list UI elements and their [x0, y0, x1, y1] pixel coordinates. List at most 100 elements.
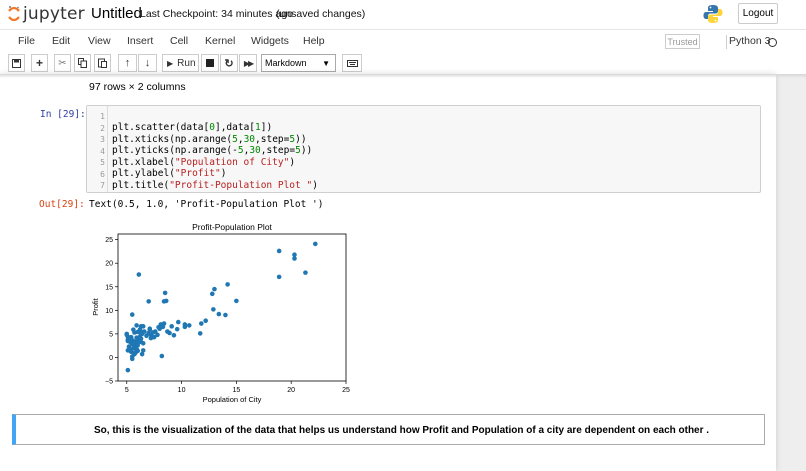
line-number: 2 — [100, 123, 105, 133]
data-point — [276, 248, 282, 254]
move-up-button[interactable]: ↑ — [118, 54, 137, 72]
arrow-down-icon: ↓ — [144, 57, 151, 69]
data-point — [174, 326, 180, 332]
y-tick-label: 0 — [109, 355, 113, 362]
input-prompt: In [29]: — [40, 109, 86, 120]
save-button[interactable] — [8, 54, 25, 72]
fast-forward-icon: ▶▶ — [243, 58, 254, 68]
code-line: plt.scatter(data[0],data[1]) — [112, 122, 273, 133]
menu-help[interactable]: Help — [303, 35, 325, 47]
insert-cell-button[interactable]: + — [31, 54, 48, 72]
data-point — [148, 335, 154, 341]
copy-button[interactable] — [74, 54, 91, 72]
paste-button[interactable] — [94, 54, 111, 72]
markdown-cell[interactable]: So, this is the visualization of the dat… — [12, 414, 765, 445]
data-point — [131, 327, 136, 332]
data-point — [303, 270, 308, 275]
jupyter-logo[interactable]: jupyter — [8, 4, 85, 24]
keyboard-icon — [346, 59, 358, 67]
data-point — [203, 318, 208, 323]
code-editor[interactable]: 1 2 3 4 5 6 7 plt.scatter(data[0],data[1… — [86, 105, 761, 193]
restart-run-all-button[interactable]: ▶▶ — [239, 54, 257, 72]
y-tick-label: 20 — [105, 261, 113, 268]
data-point — [216, 311, 222, 317]
chevron-down-icon: ▼ — [322, 59, 330, 68]
code-line: plt.xlabel("Population of City") — [112, 156, 296, 168]
y-axis-label: Profit — [91, 297, 100, 315]
x-axis-label: Population of City — [203, 395, 262, 404]
data-point — [129, 312, 135, 317]
data-point — [209, 291, 215, 297]
menu-edit[interactable]: Edit — [52, 35, 70, 47]
data-point — [169, 324, 175, 329]
trusted-indicator[interactable]: Trusted — [665, 34, 700, 49]
data-point — [199, 321, 204, 326]
output-prompt: Out[29]: — [39, 199, 85, 210]
dataframe-shape-note: 97 rows × 2 columns — [89, 81, 186, 93]
kernel-name: Python 3 — [729, 35, 771, 47]
output-text: Text(0.5, 1.0, 'Profit-Population Plot '… — [89, 199, 324, 210]
data-point — [125, 367, 131, 373]
menu-kernel[interactable]: Kernel — [205, 35, 235, 47]
data-point — [135, 342, 141, 348]
line-number: 5 — [100, 158, 105, 167]
arrow-up-icon: ↑ — [124, 57, 131, 69]
y-tick-label: 25 — [105, 237, 113, 244]
y-tick-label: 15 — [105, 284, 113, 291]
data-point — [276, 274, 282, 280]
scissors-icon: ✂ — [58, 57, 67, 69]
menu-file[interactable]: File — [18, 35, 35, 47]
line-number: 3 — [100, 135, 105, 144]
cut-button[interactable]: ✂ — [54, 54, 71, 72]
menu-widgets[interactable]: Widgets — [251, 35, 289, 47]
code-line: plt.xticks(np.arange(5,30,step=5)) — [112, 133, 307, 145]
cell-type-value: Markdown — [265, 58, 307, 68]
scatter-plot: 5 10 15 20 25 −5 0 5 10 15 20 25 Profit-Population… — [91, 222, 350, 404]
data-point — [212, 286, 217, 292]
interrupt-button[interactable] — [201, 54, 219, 72]
data-point — [146, 299, 151, 304]
move-down-button[interactable]: ↓ — [138, 54, 157, 72]
run-label: Run — [177, 57, 196, 69]
stop-icon — [206, 59, 214, 67]
brand-name: jupyter — [23, 4, 85, 24]
data-point — [163, 298, 169, 304]
notebook-name[interactable]: Untitled — [91, 5, 142, 22]
data-point — [128, 349, 134, 355]
data-point — [175, 319, 181, 325]
x-axis-ticks: 5 10 15 20 25 — [125, 381, 350, 394]
data-point — [225, 282, 230, 287]
line-number: 6 — [100, 169, 105, 179]
line-number: 4 — [100, 146, 105, 156]
data-point — [146, 330, 151, 336]
data-point — [223, 312, 228, 318]
restart-icon: ↻ — [224, 57, 234, 70]
restart-button[interactable]: ↻ — [220, 54, 238, 72]
python-logo-icon — [703, 5, 723, 23]
data-point — [313, 241, 318, 247]
floppy-icon — [12, 58, 21, 68]
x-tick-label: 25 — [342, 387, 350, 394]
logout-button[interactable]: Logout — [738, 3, 778, 24]
toolbar: + ✂ ↑ ↓ ▶ Run ↻ ▶▶ Markdown ▼ — [0, 53, 806, 74]
x-tick-label: 10 — [178, 387, 186, 394]
header: jupyter Untitled Last Checkpoint: 34 min… — [0, 0, 806, 29]
run-button[interactable]: ▶ Run — [162, 54, 199, 72]
menubar: File Edit View Insert Cell Kernel Widget… — [0, 29, 806, 53]
data-point — [140, 348, 146, 353]
command-palette-button[interactable] — [342, 54, 362, 72]
menu-view[interactable]: View — [88, 35, 111, 47]
data-point — [234, 298, 239, 304]
data-point — [186, 323, 192, 328]
line-number: 7 — [100, 181, 105, 190]
cell-type-select[interactable]: Markdown ▼ — [261, 54, 336, 72]
paste-icon — [98, 58, 107, 68]
plus-icon: + — [35, 56, 43, 70]
data-point — [137, 327, 143, 332]
kernel-idle-icon — [768, 38, 777, 47]
menu-cell[interactable]: Cell — [170, 35, 188, 47]
menu-insert[interactable]: Insert — [127, 35, 153, 47]
data-point — [142, 329, 147, 334]
data-point — [182, 324, 188, 330]
plot-area — [117, 233, 347, 382]
